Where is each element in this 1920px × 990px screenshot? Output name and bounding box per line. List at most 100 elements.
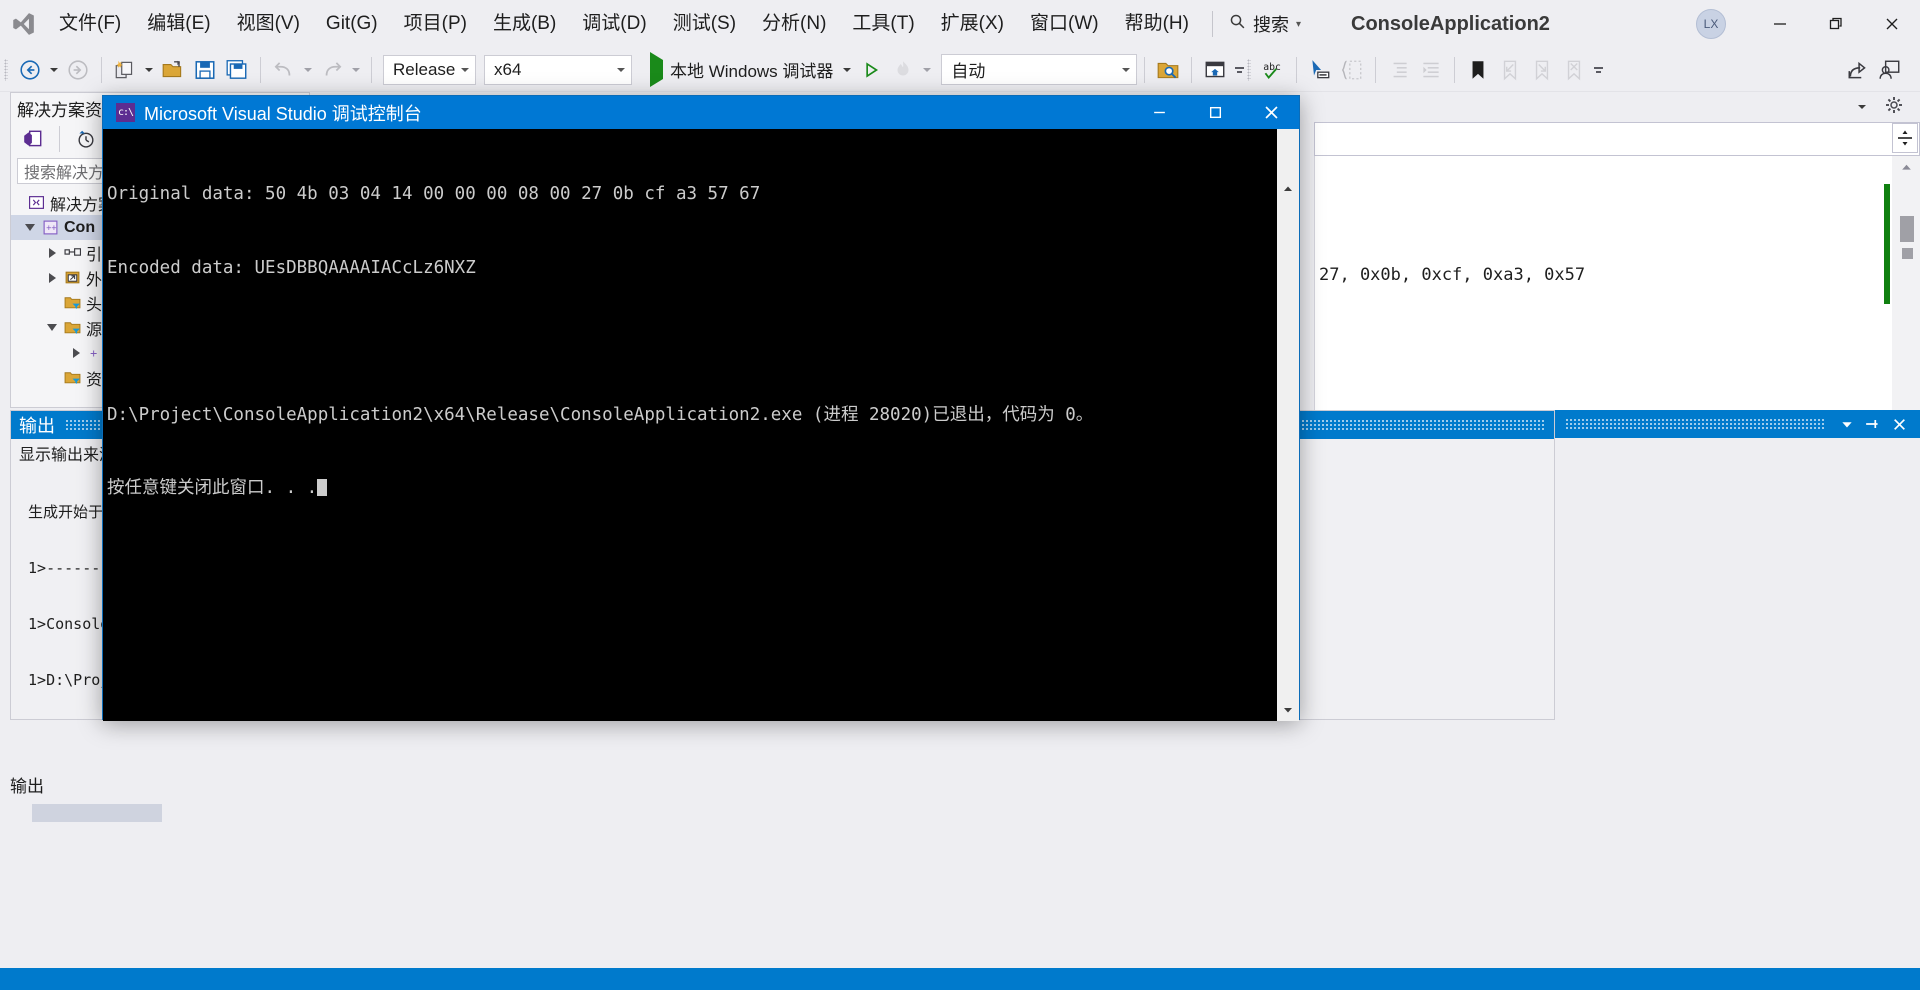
- output-dock-tab[interactable]: [32, 804, 162, 822]
- toolbar-overflow-button[interactable]: [1231, 54, 1247, 86]
- chevron-down-icon: ▾: [1295, 18, 1302, 30]
- undo-dropdown[interactable]: [300, 54, 316, 86]
- console-maximize-button[interactable]: [1187, 96, 1243, 129]
- menu-edit[interactable]: 编辑(E): [134, 5, 223, 43]
- configuration-select[interactable]: Release: [383, 54, 476, 85]
- menu-project[interactable]: 项目(P): [391, 5, 480, 43]
- search-label: 搜索: [1252, 15, 1289, 35]
- auto-select-value: 自动: [951, 62, 986, 81]
- scrollbar-thumb[interactable]: [1900, 216, 1914, 242]
- menu-tools[interactable]: 工具(T): [839, 5, 927, 43]
- debug-console-window[interactable]: c:\ Microsoft Visual Studio 调试控制台 Origin…: [102, 95, 1300, 721]
- previous-bookmark-icon[interactable]: [1494, 54, 1526, 86]
- auto-select[interactable]: 自动: [941, 54, 1138, 85]
- scroll-up-icon[interactable]: [1277, 178, 1299, 200]
- toolbar-overflow-button-2[interactable]: [1590, 54, 1606, 86]
- expander-icon[interactable]: [21, 224, 39, 231]
- spellcheck-abc-icon[interactable]: abc: [1257, 54, 1289, 86]
- navigate-back-dropdown[interactable]: [46, 54, 62, 86]
- console-line: Original data: 50 4b 03 04 14 00 00 00 0…: [107, 184, 761, 204]
- console-output[interactable]: Original data: 50 4b 03 04 14 00 00 00 0…: [103, 129, 1299, 721]
- start-debug-label: 本地 Windows 调试器: [670, 62, 834, 81]
- console-scrollbar[interactable]: [1277, 129, 1299, 721]
- navigate-back-icon[interactable]: [14, 54, 46, 86]
- editor-vertical-scrollbar[interactable]: [1892, 156, 1920, 428]
- toolbar-divider-2: [260, 56, 261, 83]
- menu-file[interactable]: 文件(F): [46, 5, 134, 43]
- redo-icon[interactable]: [316, 54, 348, 86]
- menu-debug[interactable]: 调试(D): [569, 5, 659, 43]
- svg-text:+: +: [90, 346, 97, 360]
- visual-studio-window: 文件(F) 编辑(E) 视图(V) Git(G) 项目(P) 生成(B) 调试(…: [0, 0, 1920, 990]
- redo-dropdown[interactable]: [348, 54, 364, 86]
- toolbar-grip[interactable]: [4, 57, 14, 83]
- navigate-forward-icon[interactable]: [62, 54, 94, 86]
- close-icon[interactable]: [1886, 410, 1912, 438]
- save-icon[interactable]: [189, 54, 221, 86]
- menu-window[interactable]: 窗口(W): [1017, 5, 1112, 43]
- list-item-label: 头: [86, 296, 103, 314]
- console-line: 按任意键关闭此窗口. . .: [107, 478, 318, 498]
- live-share-icon[interactable]: [1874, 54, 1906, 86]
- window-layout-icon[interactable]: [1199, 54, 1231, 86]
- menu-analyze[interactable]: 分析(N): [749, 5, 839, 43]
- pin-icon[interactable]: [1860, 410, 1886, 438]
- undo-icon[interactable]: [268, 54, 300, 86]
- toolbar-grip-2[interactable]: [1247, 57, 1257, 83]
- hot-reload-icon[interactable]: [887, 54, 919, 86]
- console-minimize-button[interactable]: [1131, 96, 1187, 129]
- pending-changes-icon[interactable]: [70, 123, 102, 155]
- platform-select[interactable]: x64: [484, 54, 632, 85]
- window-restore-button[interactable]: [1808, 0, 1864, 48]
- share-icon[interactable]: [1842, 54, 1874, 86]
- save-all-icon[interactable]: [221, 54, 253, 86]
- clear-bookmarks-icon[interactable]: [1558, 54, 1590, 86]
- editor-text-area[interactable]: 27, 0x0b, 0xcf, 0xa3, 0x57: [1314, 156, 1920, 428]
- dock-grip[interactable]: [1565, 418, 1824, 430]
- solution-explorer-home-icon[interactable]: [17, 123, 49, 155]
- comment-block-icon[interactable]: [1336, 54, 1368, 86]
- play-outline-icon[interactable]: [855, 54, 887, 86]
- open-file-icon[interactable]: [157, 54, 189, 86]
- expander-icon[interactable]: [43, 324, 61, 331]
- console-close-button[interactable]: [1243, 96, 1299, 129]
- split-window-icon[interactable]: [1892, 123, 1918, 153]
- indent-icon[interactable]: [1415, 54, 1447, 86]
- window-close-button[interactable]: [1864, 0, 1920, 48]
- expander-icon[interactable]: [43, 247, 61, 258]
- bookmark-icon[interactable]: [1462, 54, 1494, 86]
- menu-extensions[interactable]: 扩展(X): [928, 5, 1017, 43]
- avatar[interactable]: LX: [1696, 9, 1726, 39]
- global-search-box[interactable]: 搜索 ▾: [1223, 9, 1307, 39]
- outdent-icon[interactable]: [1383, 54, 1415, 86]
- chevron-down-icon[interactable]: [1834, 410, 1860, 438]
- new-item-dropdown[interactable]: [141, 54, 157, 86]
- select-tool-icon[interactable]: [1304, 54, 1336, 86]
- console-titlebar[interactable]: c:\ Microsoft Visual Studio 调试控制台: [103, 96, 1299, 129]
- start-debug-dropdown[interactable]: [839, 54, 855, 86]
- hot-reload-dropdown[interactable]: [919, 54, 935, 86]
- output-dock-label[interactable]: 输出: [10, 772, 44, 797]
- references-icon: [61, 244, 83, 261]
- solution-icon: [25, 194, 47, 211]
- menu-help[interactable]: 帮助(H): [1112, 5, 1202, 43]
- find-in-files-icon[interactable]: [1152, 54, 1184, 86]
- menu-view[interactable]: 视图(V): [224, 5, 313, 43]
- expander-icon[interactable]: [43, 272, 61, 283]
- editor-tab-overflow-icon[interactable]: [1854, 91, 1870, 123]
- scroll-up-icon[interactable]: [1892, 156, 1920, 178]
- output-source-label: 显示输出来源: [19, 446, 116, 464]
- cpp-project-icon: ++: [39, 219, 61, 236]
- menu-test[interactable]: 测试(S): [660, 5, 749, 43]
- new-item-icon[interactable]: [109, 54, 141, 86]
- gear-icon[interactable]: [1884, 95, 1904, 120]
- menu-git[interactable]: Git(G): [313, 5, 391, 43]
- menu-build[interactable]: 生成(B): [480, 5, 569, 43]
- scroll-down-icon[interactable]: [1277, 699, 1299, 721]
- window-minimize-button[interactable]: [1752, 0, 1808, 48]
- start-debug-button[interactable]: 本地 Windows 调试器: [644, 51, 839, 87]
- member-navigation-dropdown[interactable]: [1314, 122, 1920, 156]
- expander-icon[interactable]: [67, 347, 85, 358]
- next-bookmark-icon[interactable]: [1526, 54, 1558, 86]
